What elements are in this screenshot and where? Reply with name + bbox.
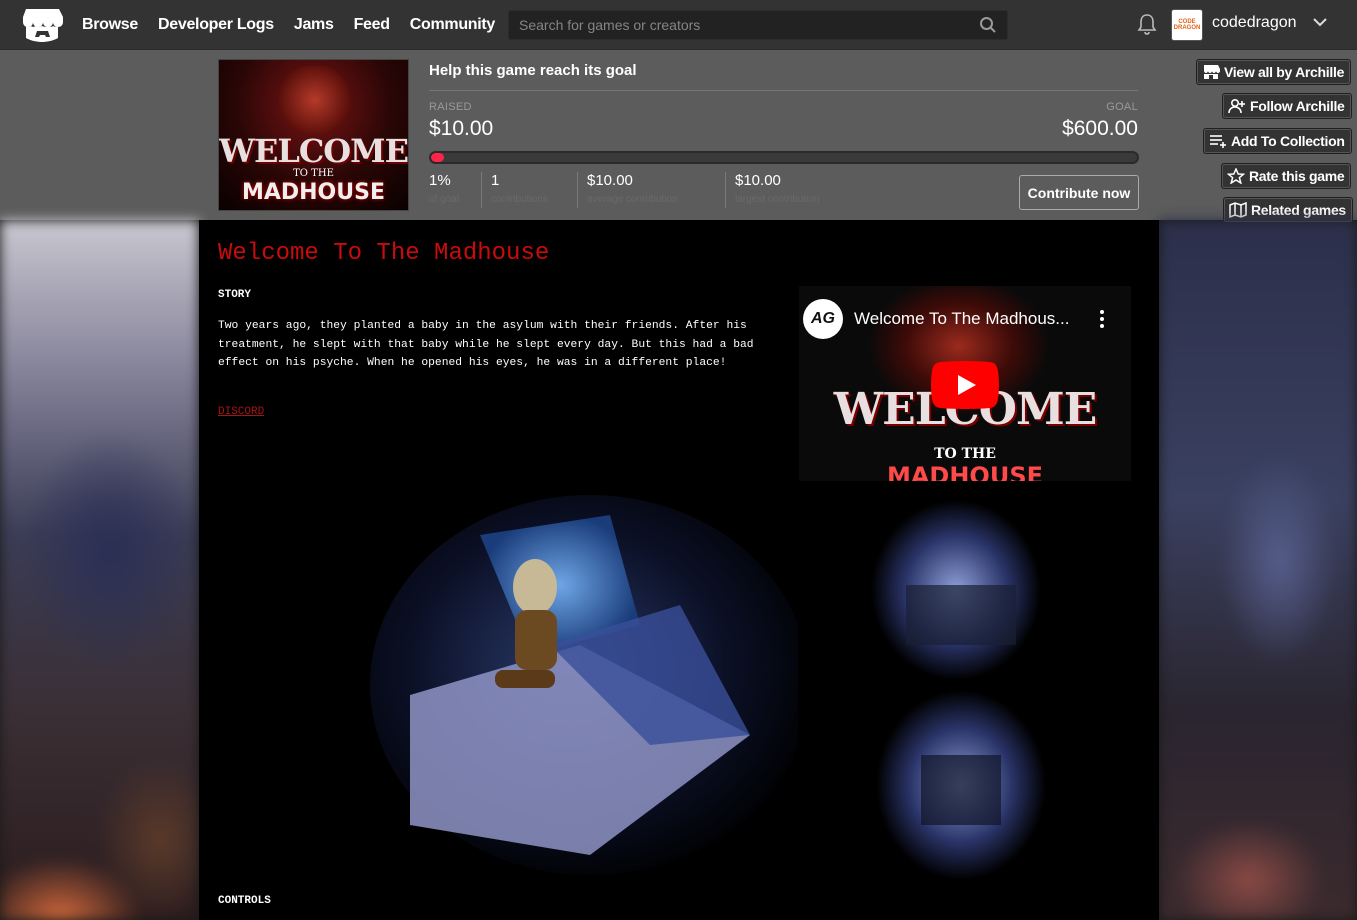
story-text: Two years ago, they planted a baby in th…	[218, 320, 754, 369]
channel-initials: AG	[811, 310, 835, 327]
game-page-column: Welcome To The Madhouse STORY Two years …	[199, 220, 1159, 920]
nav-community[interactable]: Community	[410, 16, 496, 34]
contribute-button[interactable]: Contribute now	[1019, 175, 1139, 210]
game-header	[0, 50, 1357, 220]
action-label: Follow Archille	[1250, 98, 1345, 114]
controls-heading: CONTROLS	[218, 895, 271, 907]
video-thumb-line3: MADHOUSE	[886, 462, 1044, 481]
top-navigation: Browse Developer Logs Jams Feed Communit…	[0, 0, 1357, 50]
cover-title-line1: WELCOME	[219, 132, 408, 170]
collection-add-icon	[1210, 135, 1226, 148]
stat-label: average contribution	[587, 194, 678, 205]
rate-game-button[interactable]: Rate this game	[1221, 163, 1352, 189]
stat-label: largest contribution	[735, 194, 820, 205]
goal-divider	[429, 90, 1138, 91]
nav-jams[interactable]: Jams	[294, 16, 334, 34]
goal-title: Help this game reach its goal	[429, 62, 637, 79]
search-icon[interactable]	[979, 16, 997, 34]
goal-label: GOAL	[1106, 101, 1138, 113]
stat-average: $10.00 average contribution	[587, 172, 678, 210]
avatar-text: CODE DRAGON	[1173, 19, 1201, 31]
raised-value: $10.00	[429, 117, 494, 140]
notifications-bell-icon[interactable]	[1137, 13, 1157, 35]
action-label: Related games	[1251, 202, 1346, 218]
follow-author-button[interactable]: Follow Archille	[1222, 93, 1352, 119]
goal-progress-bar	[429, 151, 1139, 164]
cover-face-art	[277, 66, 352, 134]
stat-label: contributions	[491, 194, 548, 205]
page-background-right	[1159, 220, 1357, 920]
youtube-embed[interactable]: WELCOME TO THE MADHOUSE AG Welcome To Th…	[799, 286, 1131, 481]
video-title[interactable]: Welcome To The Madhous...	[854, 309, 1069, 329]
game-cover-image[interactable]: WELCOME TO THE MADHOUSE	[218, 59, 409, 211]
stat-value: $10.00	[587, 172, 633, 189]
discord-link[interactable]: DISCORD	[218, 406, 264, 418]
stat-percent: 1% of goal	[429, 172, 459, 210]
username[interactable]: codedragon	[1212, 14, 1297, 32]
game-title: Welcome To The Madhouse	[218, 240, 550, 267]
map-icon	[1229, 202, 1247, 218]
cover-title-line2: TO THE	[293, 168, 334, 179]
stat-separator	[725, 172, 726, 208]
user-avatar[interactable]: CODE DRAGON	[1171, 9, 1203, 41]
itchio-logo-icon[interactable]	[22, 7, 63, 43]
follow-user-icon	[1228, 98, 1245, 114]
goal-progress-fill	[431, 153, 444, 162]
nav-browse[interactable]: Browse	[82, 16, 138, 34]
screenshot-doll-cell[interactable]	[350, 495, 798, 875]
stat-separator	[481, 172, 482, 208]
star-icon	[1227, 168, 1245, 184]
cover-title-line3: MADHOUSE	[241, 180, 386, 205]
raised-label: RAISED	[429, 101, 472, 113]
video-thumb-line2: TO THE	[934, 446, 996, 462]
stat-contributions: 1 contributions	[491, 172, 548, 210]
nav-links: Browse Developer Logs Jams Feed Communit…	[82, 0, 495, 50]
action-label: View all by Archille	[1224, 64, 1345, 80]
goal-value: $600.00	[1062, 117, 1138, 140]
stat-value: $10.00	[735, 172, 781, 189]
stat-value: 1%	[429, 172, 451, 189]
play-button-icon[interactable]	[931, 361, 999, 409]
page-background-left	[0, 220, 199, 920]
view-all-by-author-button[interactable]: View all by Archille	[1196, 59, 1352, 85]
stat-value: 1	[491, 172, 500, 189]
channel-avatar[interactable]: AG	[803, 299, 843, 339]
search-box	[508, 10, 1008, 40]
nav-developer-logs[interactable]: Developer Logs	[158, 16, 274, 34]
stat-separator	[577, 172, 578, 208]
action-label: Add To Collection	[1231, 133, 1345, 149]
nav-feed[interactable]: Feed	[354, 16, 390, 34]
screenshot-corridor[interactable]	[811, 495, 1141, 890]
stat-largest: $10.00 largest contribution	[735, 172, 820, 210]
add-to-collection-button[interactable]: Add To Collection	[1203, 128, 1352, 154]
store-icon	[1204, 65, 1220, 79]
action-label: Rate this game	[1249, 168, 1345, 184]
story-heading: STORY	[218, 289, 252, 301]
more-options-icon[interactable]	[1095, 309, 1109, 329]
chevron-down-icon[interactable]	[1312, 16, 1328, 28]
stat-label: of goal	[429, 194, 460, 205]
search-input[interactable]	[509, 11, 969, 39]
